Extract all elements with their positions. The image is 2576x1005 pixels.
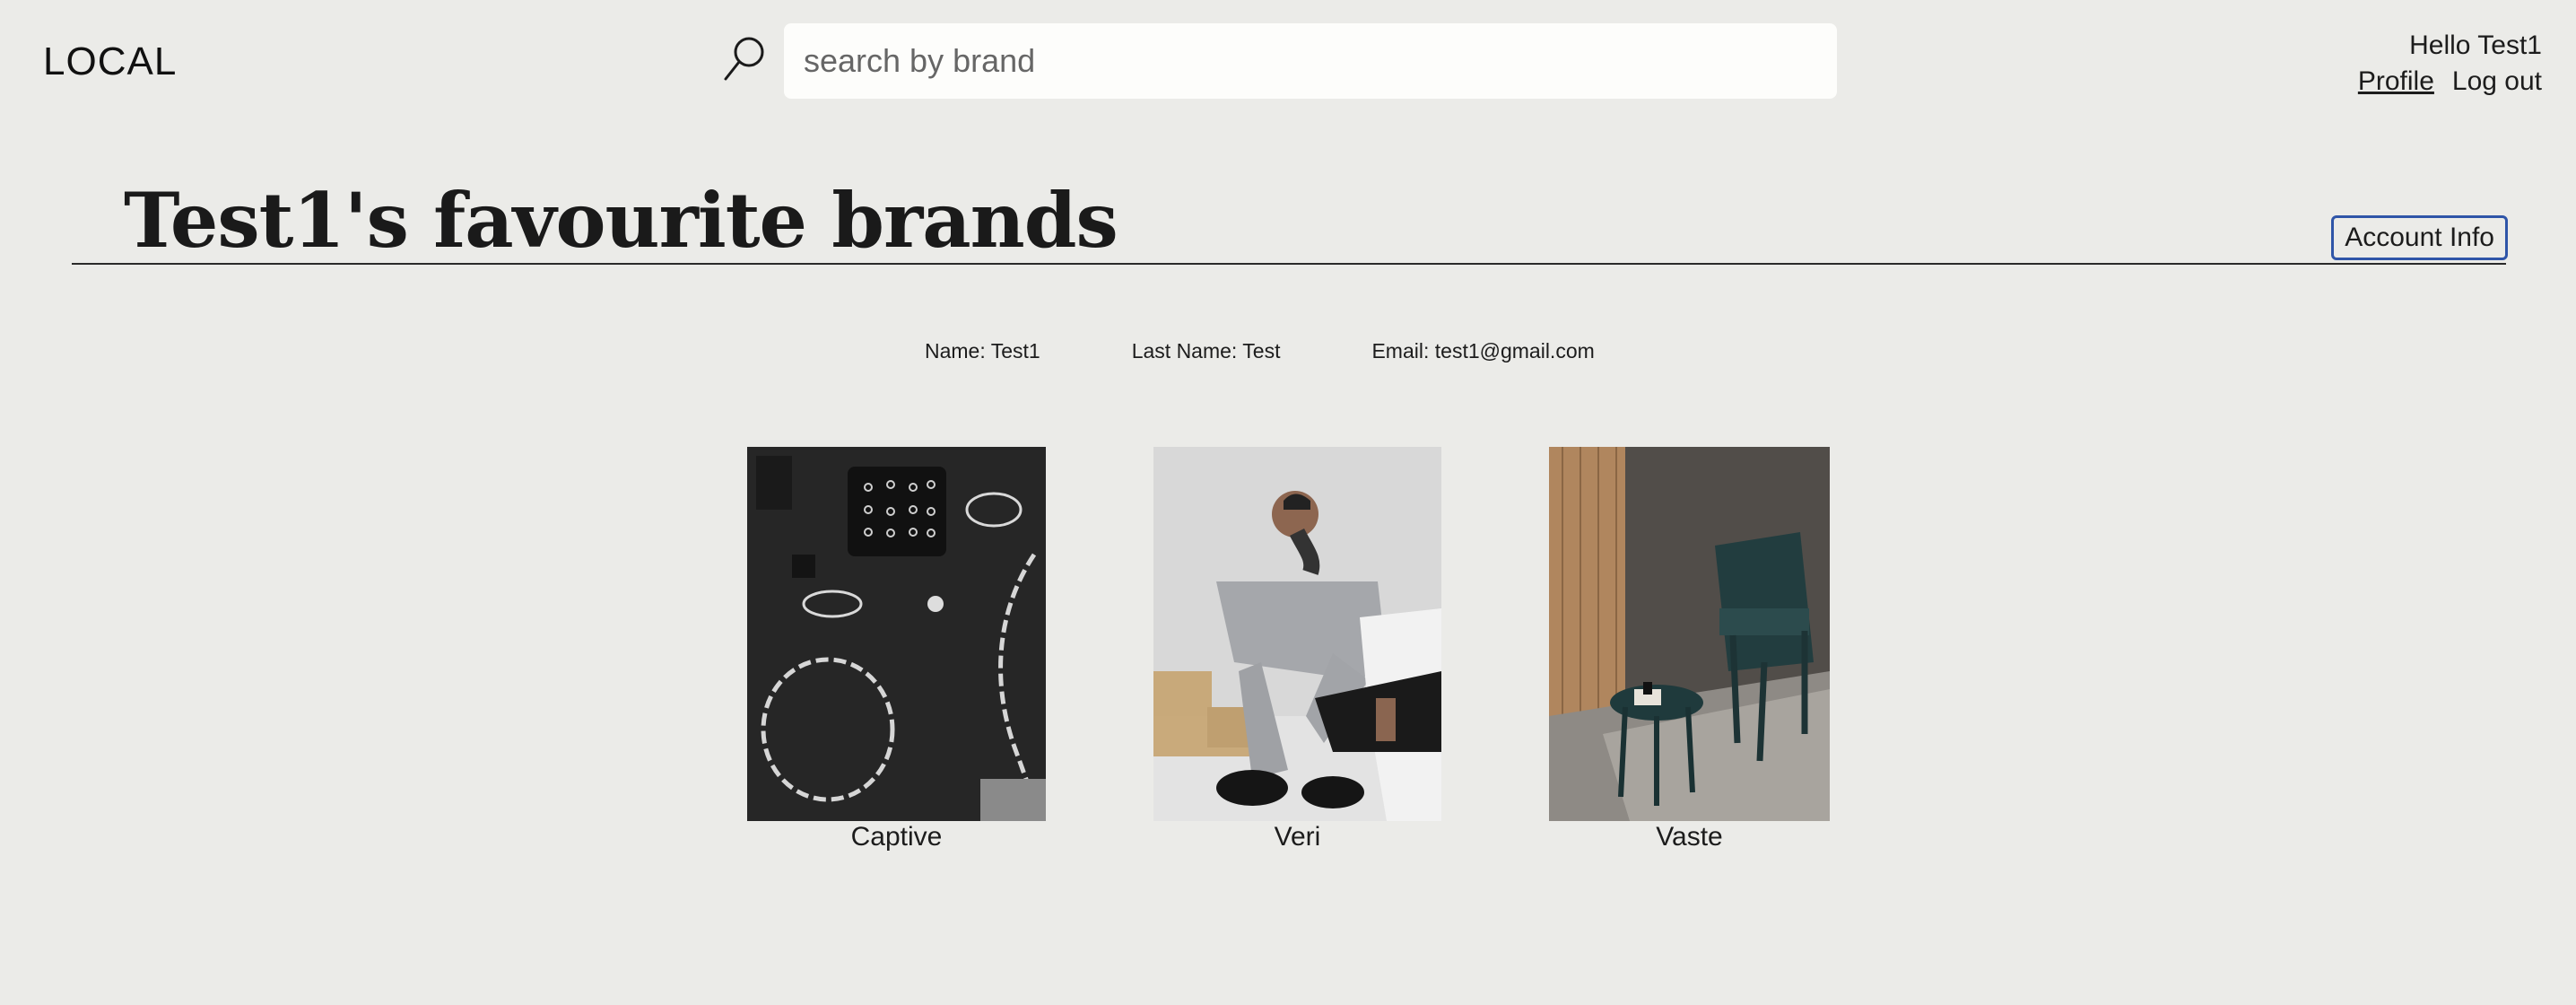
- user-links: Profile Log out: [2358, 66, 2542, 97]
- search-icon[interactable]: [722, 34, 767, 83]
- logout-link[interactable]: Log out: [2452, 66, 2542, 97]
- brand-image-veri[interactable]: [1153, 447, 1441, 821]
- account-info-button[interactable]: Account Info: [2331, 215, 2508, 260]
- account-email: Email: test1@gmail.com: [1371, 339, 1595, 363]
- search-input[interactable]: [784, 23, 1837, 99]
- account-last-name: Last Name: Test: [1131, 339, 1281, 363]
- brand-image-captive[interactable]: [747, 447, 1046, 821]
- logo[interactable]: LOCAL: [43, 39, 177, 84]
- brand-image-vaste[interactable]: [1549, 447, 1830, 821]
- profile-link[interactable]: Profile: [2358, 66, 2434, 97]
- brand-name[interactable]: Veri: [1153, 821, 1441, 853]
- page-title: Test1's favourite brands: [124, 176, 1118, 265]
- greeting: Hello Test1: [2409, 31, 2542, 60]
- brand-name[interactable]: Vaste: [1549, 821, 1830, 853]
- brand-card-veri[interactable]: Veri: [1153, 447, 1441, 853]
- brand-card-vaste[interactable]: Vaste: [1549, 447, 1830, 853]
- brand-name[interactable]: Captive: [747, 821, 1046, 853]
- account-name: Name: Test1: [925, 339, 1040, 363]
- user-area: Hello Test1 Profile Log out: [2358, 31, 2542, 97]
- brand-card-captive[interactable]: Captive: [747, 447, 1046, 853]
- title-divider: [72, 263, 2506, 265]
- account-details: Name: Test1 Last Name: Test Email: test1…: [925, 339, 1595, 363]
